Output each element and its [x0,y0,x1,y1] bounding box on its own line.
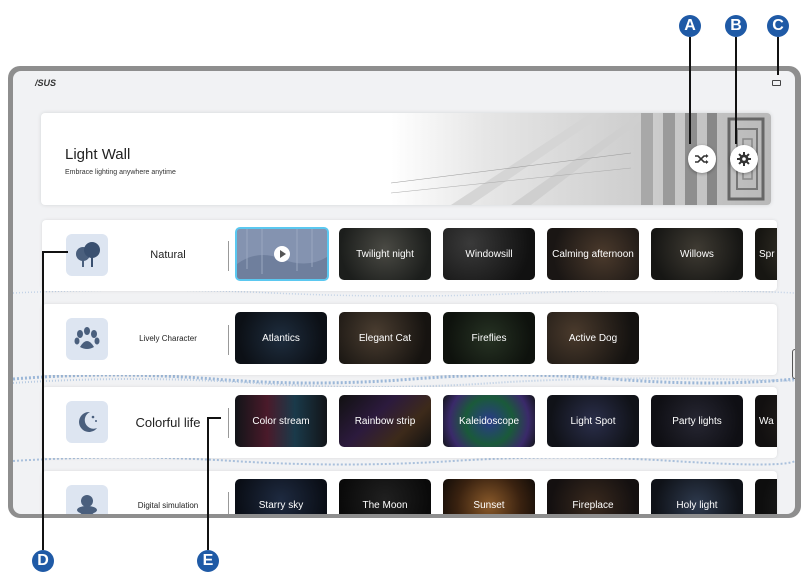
camera-icon [772,80,781,86]
scene-tile-label: Light Spot [570,415,616,427]
brand-logo: /SUS [35,78,57,88]
scene-tile-elegant-cat[interactable]: Elegant Cat [339,312,431,364]
scene-tile-label: Starry sky [258,499,304,511]
scene-tile-starry-sky[interactable]: Starry sky [235,479,327,514]
callout-d-line-h [42,251,68,253]
scene-tile-label: Active Dog [568,332,618,344]
scene-tile-fireflies[interactable]: Fireflies [443,312,535,364]
callout-d: D [32,550,54,572]
scene-tile-spr[interactable]: Spr [755,228,777,280]
scene-tile-label: Color stream [252,415,310,427]
scene-tile-calming-afternoon[interactable]: Calming afternoon [547,228,639,280]
scene-tile-label: Twilight night [356,248,414,260]
scene-tile-wa[interactable]: Wa [755,395,777,447]
category-label-lively-character[interactable]: Lively Character [112,334,224,343]
category-row-digital-simulation: Digital simulation Starry sky The Moon S… [42,471,777,514]
callout-a-line [689,37,691,144]
scene-tile-natural-1-selected[interactable] [235,227,329,281]
callout-e-line-h [207,417,221,419]
callout-e-line-v [207,417,209,550]
scene-tile-holy-light[interactable]: Holy light [651,479,743,514]
callout-c: C [767,15,789,37]
play-icon [279,250,286,258]
stacked-shapes-icon [77,495,97,514]
device-frame: /SUS Light Wall Embrace lighting anywher… [8,66,801,518]
scene-tile-label: Fireplace [572,499,614,511]
scene-tile-active-dog[interactable]: Active Dog [547,312,639,364]
scene-tile-fireplace[interactable]: Fireplace [547,479,639,514]
scene-tile-color-stream[interactable]: Color stream [235,395,327,447]
scene-tile-label: Fireflies [471,332,507,344]
category-divider [228,408,229,438]
scene-tile-label: The Moon [362,499,408,511]
moon-stars-icon [79,411,97,432]
callout-e: E [197,550,219,572]
scene-tile-label: Sunset [473,499,505,511]
trees-icon [76,242,100,267]
screen: /SUS Light Wall Embrace lighting anywher… [13,71,795,514]
scene-tile-label: Calming afternoon [552,248,634,260]
category-row-natural: Natural Twilight night Windowsill Calmin… [42,220,777,291]
category-row-colorful-life: Colorful life Color stream Rainbow strip… [42,387,777,458]
scene-tile-party-lights[interactable]: Party lights [651,395,743,447]
scene-tile-light-spot[interactable]: Light Spot [547,395,639,447]
category-icon-natural [66,234,108,276]
category-divider [228,492,229,514]
callout-b-line [735,37,737,144]
scene-tile-kaleidoscope[interactable]: Kaleidoscope [443,395,535,447]
category-divider [228,241,229,271]
scene-tile-twilight-night[interactable]: Twilight night [339,228,431,280]
scene-tile-label: Kaleidoscope [458,415,520,427]
scene-tile-label: Rainbow strip [354,415,416,427]
paw-icon [74,327,100,349]
scene-tile-rainbow-strip[interactable]: Rainbow strip [339,395,431,447]
category-label-natural[interactable]: Natural [112,249,224,261]
gear-icon [737,152,751,166]
callout-c-line [777,37,779,75]
scene-tile-label: Willows [680,248,714,260]
scene-tile-the-moon[interactable]: The Moon [339,479,431,514]
page-subtitle: Embrace lighting anywhere anytime [65,169,176,176]
category-icon-digital-simulation [66,485,108,514]
category-icon-lively-character [66,318,108,360]
scene-tile-f[interactable]: F [755,479,777,514]
scene-tile-label: Atlantics [262,332,300,344]
scene-tile-label: Windowsill [465,248,513,260]
callout-a: A [679,15,701,37]
shuffle-icon [695,154,709,164]
scene-tile-label: Wa [759,415,774,427]
category-divider [228,325,229,355]
scene-tile-label: Spr [759,248,775,260]
category-row-lively-character: Lively Character Atlantics Elegant Cat F… [42,304,777,375]
header-banner: Light Wall Embrace lighting anywhere any… [41,113,771,205]
shuffle-button[interactable] [688,145,716,173]
scene-tile-sunset[interactable]: Sunset [443,479,535,514]
play-button[interactable] [274,246,290,262]
category-icon-colorful-life [66,401,108,443]
scene-tile-label: Elegant Cat [358,332,412,344]
settings-button[interactable] [730,145,758,173]
scene-tile-windowsill[interactable]: Windowsill [443,228,535,280]
scene-tile-label: Party lights [672,415,722,427]
page-title: Light Wall [65,146,131,163]
scene-tile-willows[interactable]: Willows [651,228,743,280]
callout-d-line-v [42,251,44,550]
scrollbar-handle[interactable] [792,349,795,379]
callout-b: B [725,15,747,37]
scene-tile-atlantics[interactable]: Atlantics [235,312,327,364]
scene-tile-label: Holy light [676,499,718,511]
